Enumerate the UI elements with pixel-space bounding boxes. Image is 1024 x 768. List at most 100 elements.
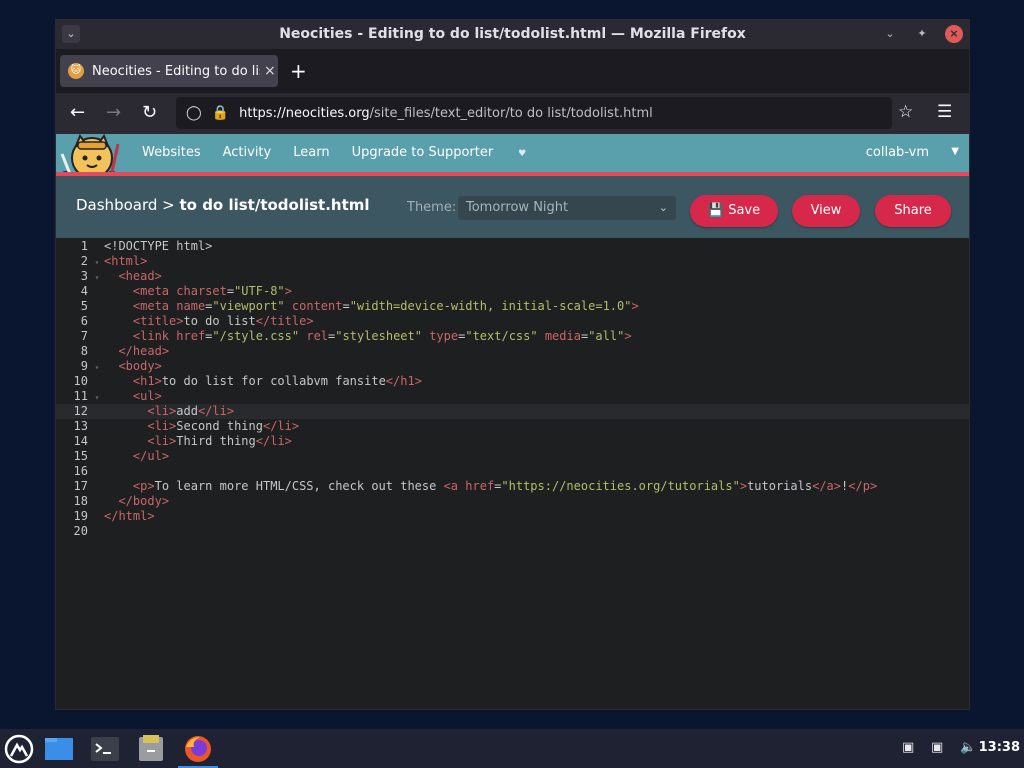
line-number: 7: [80, 329, 88, 343]
code-line[interactable]: 20: [56, 524, 969, 539]
nav-activity[interactable]: Activity: [223, 145, 272, 160]
new-tab-button[interactable]: +: [290, 59, 307, 83]
code-line[interactable]: 4 <meta charset="UTF-8">: [56, 284, 969, 299]
code-line[interactable]: 10 <h1>to do list for collabvm fansite</…: [56, 374, 969, 389]
code-line[interactable]: 11 ▾ <ul>: [56, 389, 969, 405]
code-line[interactable]: 14 <li>Third thing</li>: [56, 434, 969, 449]
save-button[interactable]: 💾 Save: [690, 195, 778, 227]
window-title: Neocities - Editing to do list/todolist.…: [279, 26, 746, 42]
code-line[interactable]: 16: [56, 464, 969, 479]
tracking-shield-icon[interactable]: ◯: [186, 105, 202, 121]
lock-icon[interactable]: 🔒: [212, 105, 229, 121]
maximize-icon[interactable]: ✦: [913, 25, 931, 43]
back-arrow-icon[interactable]: ←: [70, 102, 85, 123]
line-number: 1: [80, 239, 88, 253]
code-line[interactable]: 13 <li>Second thing</li>: [56, 419, 969, 434]
code-line[interactable]: 15 </ul>: [56, 449, 969, 464]
file-manager-drawer-icon[interactable]: [135, 733, 167, 765]
code-line[interactable]: 1 <!DOCTYPE html>: [56, 239, 969, 254]
line-number: 14: [73, 434, 88, 448]
code-text: <!DOCTYPE html>: [104, 239, 213, 253]
code-text: <html>: [104, 254, 148, 268]
line-number: 17: [73, 479, 88, 493]
breadcrumb-dashboard[interactable]: Dashboard: [76, 196, 157, 214]
url-text[interactable]: https://neocities.org/site_files/text_ed…: [239, 106, 653, 121]
theme-label: Theme:: [407, 200, 457, 215]
code-text: <p>To learn more HTML/CSS, check out the…: [132, 479, 878, 493]
code-line[interactable]: 12 <li>add</li>: [56, 404, 969, 419]
neocities-favicon-icon: 🐱: [68, 63, 84, 79]
bookmark-star-icon[interactable]: ☆: [898, 102, 913, 122]
code-line[interactable]: 18 </body>: [56, 494, 969, 509]
user-menu[interactable]: collab-vm: [866, 145, 929, 160]
url-bar[interactable]: ◯ 🔒 https://neocities.org/site_files/tex…: [176, 97, 892, 129]
close-window-icon[interactable]: ×: [945, 25, 963, 43]
heart-icon: ♥: [515, 149, 527, 159]
code-text: </head>: [118, 344, 170, 358]
nav-upgrade-label: Upgrade to Supporter: [351, 145, 494, 160]
firefox-taskbar-active[interactable]: [178, 729, 218, 768]
tab-title: Neocities - Editing to do list/todolist.…: [92, 63, 260, 79]
editor-header: Dashboard > to do list/todolist.html The…: [56, 176, 969, 238]
code-text: <ul>: [132, 389, 162, 403]
network-icon[interactable]: ▣: [902, 740, 914, 755]
tab-neocities-editor[interactable]: 🐱 Neocities - Editing to do list/todolis…: [60, 55, 278, 87]
terminal-icon[interactable]: [89, 733, 121, 765]
code-line[interactable]: 17 <p>To learn more HTML/CSS, check out …: [56, 479, 969, 494]
line-number: 6: [80, 314, 88, 328]
code-line[interactable]: 9 ▾ <body>: [56, 359, 969, 375]
line-number: 16: [73, 464, 88, 478]
line-number: 18: [73, 494, 88, 508]
reload-icon[interactable]: ↻: [142, 102, 157, 123]
code-line[interactable]: 2 ▾ <html>: [56, 254, 969, 270]
volume-icon[interactable]: 🔈: [960, 740, 976, 755]
line-number: 8: [80, 344, 88, 358]
code-text: </ul>: [132, 449, 170, 463]
code-text: </html>: [104, 509, 155, 523]
neocities-site-nav: Websites Activity Learn Upgrade to Suppo…: [56, 134, 969, 185]
line-number: 10: [73, 374, 88, 388]
nav-upgrade[interactable]: Upgrade to Supporter ♥: [352, 145, 549, 160]
code-editor[interactable]: 1 <!DOCTYPE html> 2 ▾ <html> 3 ▾ <head> 4 <meta…: [56, 238, 969, 709]
nav-learn[interactable]: Learn: [293, 145, 329, 160]
theme-select[interactable]: Tomorrow Night ⌄: [458, 196, 676, 220]
code-line[interactable]: 8 </head>: [56, 344, 969, 359]
clock[interactable]: 13:38: [979, 740, 1020, 755]
code-line[interactable]: 3 ▾ <head>: [56, 269, 969, 285]
app-launcher-icon[interactable]: [3, 733, 35, 765]
line-number: 2: [80, 254, 88, 268]
code-text: <li>Second thing</li>: [147, 419, 300, 433]
nav-websites[interactable]: Websites: [142, 145, 201, 160]
code-line[interactable]: 5 <meta name="viewport" content="width=d…: [56, 299, 969, 314]
line-number: 15: [73, 449, 88, 463]
tab-close-icon[interactable]: ×: [264, 63, 276, 79]
line-number: 9: [80, 359, 88, 373]
hamburger-menu-icon[interactable]: ☰: [937, 102, 952, 122]
files-folder-icon[interactable]: [43, 733, 75, 765]
line-number: 11: [73, 389, 88, 403]
line-number: 19: [73, 509, 88, 523]
floppy-disk-icon: 💾: [707, 203, 725, 218]
code-text: <title>to do list</title>: [132, 314, 314, 328]
code-text: </body>: [118, 494, 170, 508]
display-icon[interactable]: ▣: [931, 740, 943, 755]
code-line[interactable]: 7 <link href="/style.css" rel="styleshee…: [56, 329, 969, 344]
user-menu-caret-icon[interactable]: ▼: [951, 146, 959, 157]
line-number: 12: [73, 404, 88, 418]
minimize-icon[interactable]: ⌄: [881, 25, 899, 43]
fold-arrow-icon[interactable]: ▾: [90, 390, 104, 405]
share-button[interactable]: Share: [875, 195, 951, 227]
breadcrumb-file: to do list/todolist.html: [179, 196, 370, 214]
line-number: 3: [80, 269, 88, 283]
breadcrumb: Dashboard > to do list/todolist.html: [76, 196, 370, 214]
window-titlebar[interactable]: ⌄ Neocities - Editing to do list/todolis…: [56, 20, 969, 49]
fold-arrow-icon[interactable]: ▾: [90, 360, 104, 375]
view-button[interactable]: View: [792, 195, 860, 227]
code-text: <head>: [118, 269, 162, 283]
breadcrumb-separator: >: [157, 196, 180, 214]
forward-arrow-icon[interactable]: →: [106, 102, 121, 123]
code-line[interactable]: 6 <title>to do list</title>: [56, 314, 969, 329]
fold-arrow-icon[interactable]: ▾: [90, 255, 104, 270]
code-line[interactable]: 19 </html>: [56, 509, 969, 524]
fold-arrow-icon[interactable]: ▾: [90, 270, 104, 285]
